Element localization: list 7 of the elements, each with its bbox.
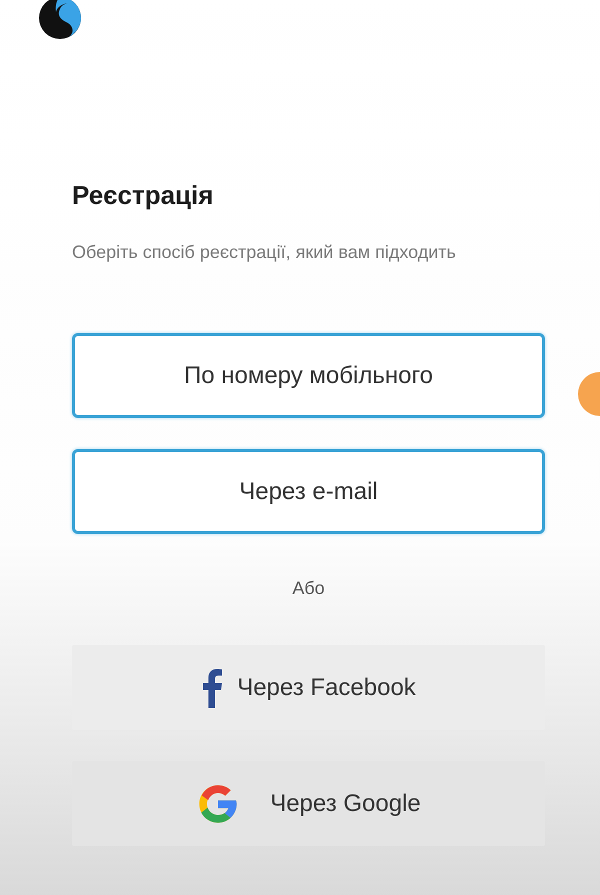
option-button[interactable]: Через e-mail <box>72 449 545 534</box>
logo-icon <box>38 0 82 40</box>
option-button[interactable]: По номеру мобільного <box>72 333 545 418</box>
separator-text: Або <box>292 578 325 599</box>
instruction-text: Оберіть спосіб реєстрації, який вам підходить <box>72 241 457 264</box>
facebook-icon <box>201 668 224 708</box>
page-title: Реєстрація <box>72 180 214 211</box>
